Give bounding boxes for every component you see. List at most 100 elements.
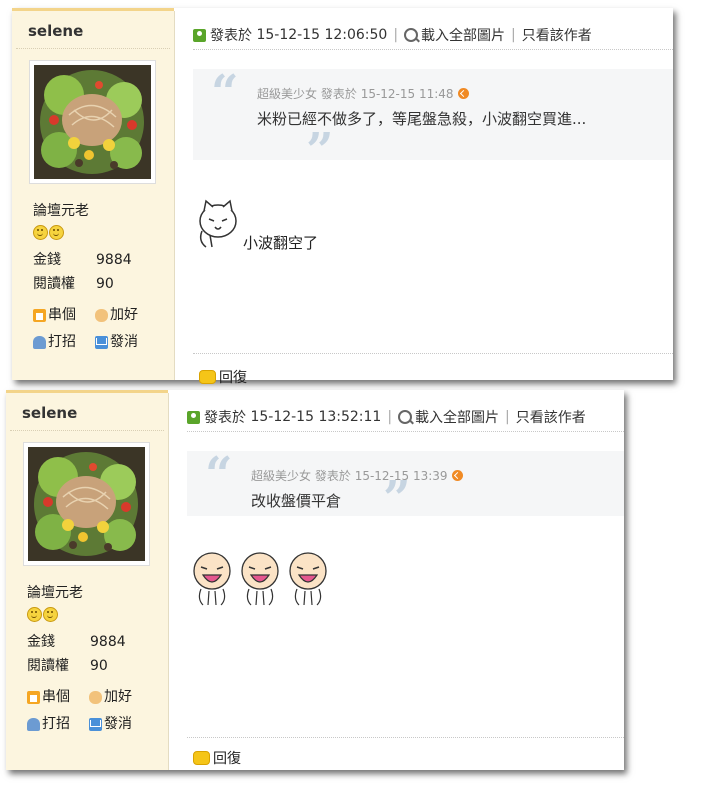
quote-header: 超級美少女 發表於 15-12-15 13:39 xyxy=(251,467,463,484)
forum-post-1: selene 論壇元老 金錢 9884 閱讀權 90 串個 加好 打招 發消 發… xyxy=(12,8,673,386)
user-actions: 串個 加好 打招 發消 xyxy=(33,302,157,356)
smiley-icon xyxy=(49,225,64,240)
action-label: 打招 xyxy=(42,716,70,732)
divider xyxy=(187,737,624,738)
laughing-face-icon xyxy=(289,552,327,606)
quote-author: 超級美少女 xyxy=(257,87,318,101)
stat-value: 90 xyxy=(96,276,114,292)
user-actions: 串個 加好 打招 發消 xyxy=(27,684,151,738)
quote-posted-label: 發表於 xyxy=(320,87,357,101)
send-message-link[interactable]: 發消 xyxy=(95,329,157,356)
add-friend-link[interactable]: 加好 xyxy=(95,302,157,329)
poke-link[interactable]: 打招 xyxy=(27,711,89,738)
forum-post-2: selene 論壇元老 金錢 9884 閱讀權 90 串個 加好 打招 發消 發… xyxy=(6,390,624,770)
reply-label: 回復 xyxy=(219,370,247,386)
post-main: 發表於 15-12-15 13:52:11 | 載入全部圖片 | 只看該作者 “… xyxy=(169,393,624,770)
quote-block: “ 超級美少女 發表於 15-12-15 11:48 米粉已經不做多了，等尾盤急… xyxy=(193,65,673,175)
visit-home-link[interactable]: 串個 xyxy=(33,302,95,329)
user-icon xyxy=(187,410,200,424)
stat-label: 金錢 xyxy=(33,252,61,268)
handshake-icon xyxy=(95,309,108,322)
smiley-icon xyxy=(33,225,48,240)
food-avatar-image xyxy=(28,447,145,561)
avatar[interactable] xyxy=(23,442,150,566)
user-stats: 金錢 9884 閱讀權 90 xyxy=(33,248,132,296)
open-quote-icon: “ xyxy=(211,65,239,121)
user-icon xyxy=(193,28,206,42)
posted-label: 發表於 xyxy=(204,410,246,426)
avatar[interactable] xyxy=(29,60,156,184)
magnifier-icon xyxy=(398,410,413,424)
reply-bubble-icon xyxy=(193,751,210,765)
mail-icon xyxy=(89,718,102,731)
separator: | xyxy=(505,409,510,425)
poke-link[interactable]: 打招 xyxy=(33,329,95,356)
author-name[interactable]: selene xyxy=(22,404,77,422)
magnifier-icon xyxy=(404,28,419,42)
quote-block: “ 超級美少女 發表於 15-12-15 13:39 改收盤價平倉 ” xyxy=(187,447,624,523)
stat-value: 90 xyxy=(90,658,108,674)
quote-text: 改收盤價平倉 xyxy=(251,492,342,510)
reply-button[interactable]: 回復 xyxy=(193,748,241,768)
load-all-images-link[interactable]: 載入全部圖片 xyxy=(421,25,505,45)
post-main: 發表於 15-12-15 12:06:50 | 載入全部圖片 | 只看該作者 “… xyxy=(175,11,673,386)
add-friend-link[interactable]: 加好 xyxy=(89,684,151,711)
stat-value: 9884 xyxy=(90,634,126,650)
action-label: 發消 xyxy=(110,334,138,350)
laughing-face-icon xyxy=(193,552,231,606)
visit-home-link[interactable]: 串個 xyxy=(27,684,89,711)
reply-button[interactable]: 回復 xyxy=(199,367,247,387)
user-rank: 論壇元老 xyxy=(27,585,83,601)
post-meta: 發表於 15-12-15 13:52:11 | 載入全部圖片 | 只看該作者 xyxy=(187,407,586,427)
cat-emoticon-icon xyxy=(199,199,237,248)
reply-label: 回復 xyxy=(213,751,241,767)
send-message-link[interactable]: 發消 xyxy=(89,711,151,738)
post-meta: 發表於 15-12-15 12:06:50 | 載入全部圖片 | 只看該作者 xyxy=(193,25,592,45)
divider xyxy=(193,49,673,50)
divider xyxy=(193,353,673,354)
post-timestamp: 15-12-15 13:52:11 xyxy=(250,409,382,425)
rank-stars xyxy=(33,222,65,241)
action-label: 打招 xyxy=(48,334,76,350)
food-avatar-image xyxy=(34,65,151,179)
stat-label: 金錢 xyxy=(27,634,55,650)
load-all-images-link[interactable]: 載入全部圖片 xyxy=(415,407,499,427)
close-quote-icon: ” xyxy=(383,471,411,527)
action-label: 發消 xyxy=(104,716,132,732)
stat-label: 閱讀權 xyxy=(27,658,69,674)
author-sidebar: selene 論壇元老 金錢 9884 閱讀權 90 串個 加好 打招 發消 xyxy=(6,393,169,770)
open-quote-icon: “ xyxy=(205,447,233,503)
author-only-link[interactable]: 只看該作者 xyxy=(516,407,586,427)
quote-timestamp: 15-12-15 11:48 xyxy=(360,86,454,101)
action-label: 串個 xyxy=(42,689,70,705)
stat-value: 9884 xyxy=(96,252,132,268)
poke-icon xyxy=(27,718,40,731)
jump-to-post-icon[interactable] xyxy=(457,88,469,99)
action-label: 加好 xyxy=(110,307,138,323)
mail-icon xyxy=(95,336,108,349)
stat-label: 閱讀權 xyxy=(33,276,75,292)
user-rank: 論壇元老 xyxy=(33,203,89,219)
divider xyxy=(187,431,624,432)
author-name[interactable]: selene xyxy=(28,22,83,40)
separator: | xyxy=(387,409,393,425)
smiley-icon xyxy=(27,607,42,622)
quote-posted-label: 發表於 xyxy=(314,469,351,483)
separator: | xyxy=(393,27,399,43)
post-timestamp: 15-12-15 12:06:50 xyxy=(256,27,388,43)
emoticon-row xyxy=(191,551,329,607)
action-label: 加好 xyxy=(104,689,132,705)
reply-bubble-icon xyxy=(199,370,216,384)
author-sidebar: selene 論壇元老 金錢 9884 閱讀權 90 串個 加好 打招 發消 xyxy=(12,11,175,380)
divider xyxy=(10,430,164,431)
rank-stars xyxy=(27,604,59,623)
divider xyxy=(16,48,170,49)
handshake-icon xyxy=(89,691,102,704)
author-only-link[interactable]: 只看該作者 xyxy=(522,25,592,45)
quote-header: 超級美少女 發表於 15-12-15 11:48 xyxy=(257,85,469,102)
separator: | xyxy=(511,27,516,43)
post-body: 小波翻空了 xyxy=(243,234,319,252)
quote-author: 超級美少女 xyxy=(251,469,312,483)
jump-to-post-icon[interactable] xyxy=(451,470,463,481)
posted-label: 發表於 xyxy=(210,28,252,44)
